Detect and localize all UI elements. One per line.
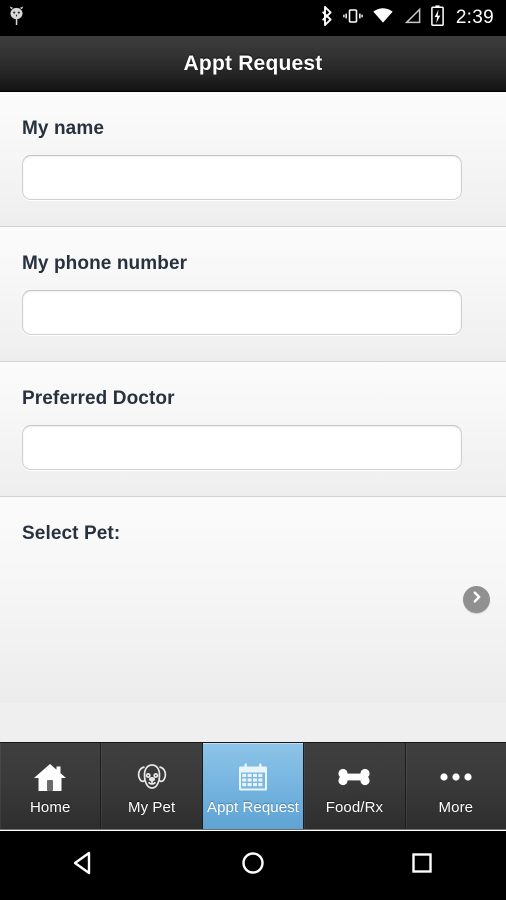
dog-face-icon — [134, 757, 170, 797]
section-preferred-doctor: Preferred Doctor — [0, 362, 506, 497]
tab-food-rx-label: Food/Rx — [325, 798, 384, 816]
status-bar: 2:39 — [0, 0, 506, 36]
section-my-phone-number: My phone number — [0, 227, 506, 362]
status-bar-clock: 2:39 — [455, 7, 494, 28]
android-navigation-bar — [0, 831, 506, 900]
label-select-pet: Select Pet: — [22, 523, 121, 544]
label-preferred-doctor: Preferred Doctor — [22, 388, 175, 409]
label-my-phone-number: My phone number — [22, 253, 188, 274]
nav-home-button[interactable] — [169, 848, 338, 883]
ellipsis-icon — [436, 757, 476, 797]
tab-more-label: More — [438, 798, 474, 816]
tab-home[interactable]: Home — [0, 743, 102, 829]
select-pet-next-button[interactable] — [463, 586, 490, 613]
my-name-input[interactable] — [22, 155, 462, 200]
bluetooth-icon — [321, 5, 334, 31]
phone-screen: 2:39 Appt Request My name My phone numbe… — [0, 0, 506, 900]
tab-home-label: Home — [29, 798, 71, 816]
tab-my-pet-label: My Pet — [127, 798, 176, 816]
bottom-tab-bar: Home My Pet Appt Request Food/Rx More — [0, 742, 506, 830]
tab-food-rx[interactable]: Food/Rx — [304, 743, 406, 829]
nav-recents-button[interactable] — [337, 848, 506, 883]
form-content: My name My phone number Preferred Doctor… — [0, 92, 506, 742]
tab-my-pet[interactable]: My Pet — [101, 743, 203, 829]
bone-icon — [335, 757, 373, 797]
circle-icon — [238, 848, 268, 883]
wifi-icon — [372, 6, 394, 31]
chevron-right-icon — [470, 590, 484, 609]
home-icon — [32, 757, 68, 797]
section-my-name: My name — [0, 92, 506, 227]
cell-signal-icon — [403, 6, 422, 31]
vibrate-icon — [343, 6, 363, 31]
title-bar: Appt Request — [0, 36, 506, 92]
app-notification-icon — [8, 6, 25, 31]
my-phone-number-input[interactable] — [22, 290, 462, 335]
calendar-icon — [236, 757, 270, 797]
status-bar-notifications — [8, 6, 25, 31]
section-select-pet: Select Pet: — [0, 497, 506, 703]
square-icon — [407, 848, 437, 883]
triangle-left-icon — [69, 848, 99, 883]
page-title: Appt Request — [183, 51, 323, 75]
nav-back-button[interactable] — [0, 848, 169, 883]
tab-appt-request-label: Appt Request — [206, 798, 300, 816]
battery-charging-icon — [430, 5, 444, 31]
tab-more[interactable]: More — [405, 743, 506, 829]
label-my-name: My name — [22, 118, 105, 139]
status-bar-icons: 2:39 — [321, 5, 494, 31]
tab-appt-request[interactable]: Appt Request — [202, 743, 305, 829]
preferred-doctor-input[interactable] — [22, 425, 462, 470]
